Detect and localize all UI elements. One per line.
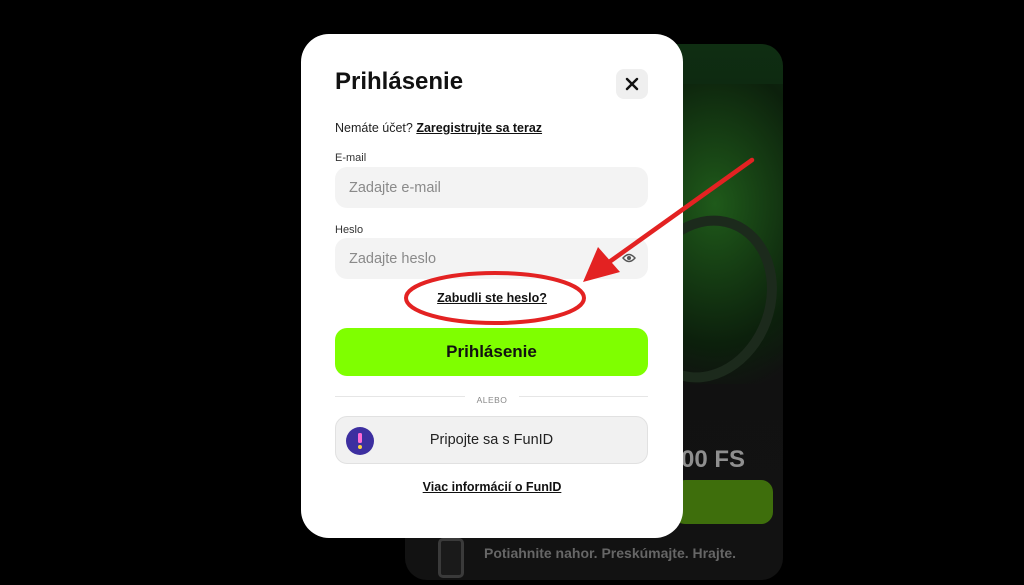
login-button[interactable]: Prihlásenie (335, 328, 648, 376)
promo-button[interactable] (673, 480, 773, 524)
email-placeholder: Zadajte e-mail (349, 179, 441, 196)
password-placeholder: Zadajte heslo (349, 250, 437, 267)
divider-label-wrap: ALEBO (301, 390, 683, 408)
register-link[interactable]: Zaregistrujte sa teraz (416, 121, 542, 135)
close-button[interactable] (616, 69, 648, 99)
phone-icon (438, 538, 464, 578)
promo-title: 00 FS (681, 446, 746, 473)
close-icon (625, 77, 639, 91)
funid-info-link[interactable]: Viac informácií o FunID (301, 480, 683, 494)
password-label: Heslo (335, 224, 364, 236)
forgot-password-link[interactable]: Zabudli ste heslo? (301, 291, 683, 305)
password-input[interactable]: Zadajte heslo (335, 238, 648, 279)
funid-logo-icon (346, 427, 374, 455)
promo-tagline: Potiahnite nahor. Preskúmajte. Hrajte. (484, 545, 737, 561)
email-input[interactable]: Zadajte e-mail (335, 167, 648, 208)
funid-button[interactable]: Pripojte sa s FunID (335, 416, 648, 464)
login-modal: Prihlásenie Nemáte účet? Zaregistrujte s… (301, 34, 683, 538)
divider-label: ALEBO (464, 395, 520, 405)
modal-title: Prihlásenie (335, 68, 464, 95)
funid-button-label: Pripojte sa s FunID (429, 432, 554, 448)
register-prompt: Nemáte účet? (335, 121, 413, 135)
eye-icon[interactable] (622, 252, 636, 264)
register-prompt-row: Nemáte účet? Zaregistrujte sa teraz (335, 121, 542, 135)
email-label: E-mail (335, 152, 367, 164)
